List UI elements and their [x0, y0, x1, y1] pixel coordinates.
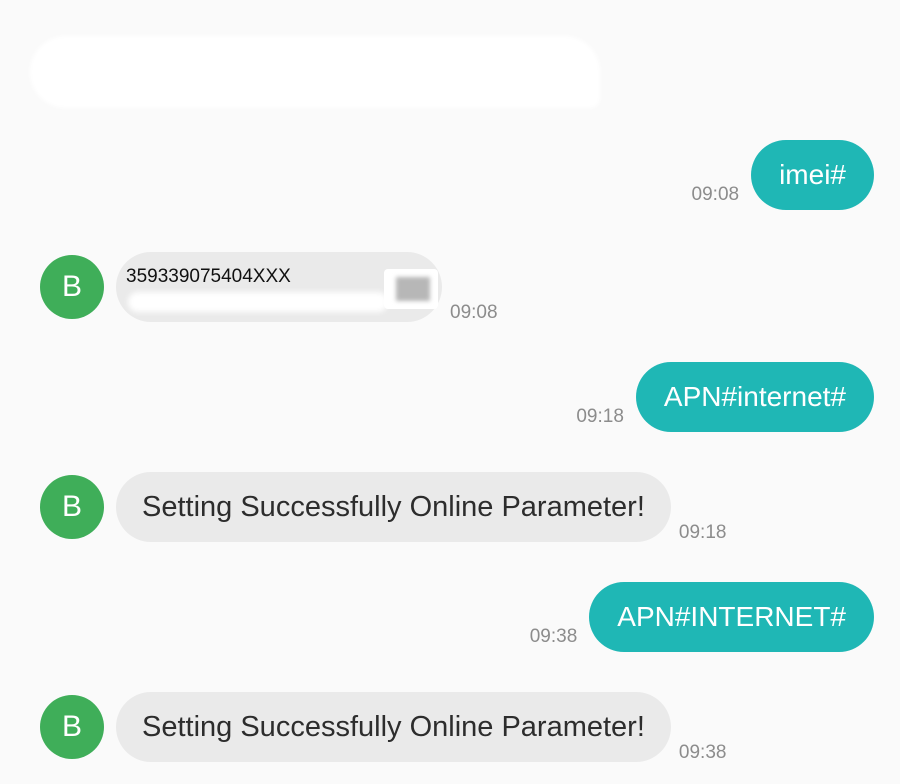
message-timestamp: 09:08: [450, 302, 498, 323]
message-timestamp: 09:18: [678, 522, 727, 543]
contact-avatar[interactable]: B: [40, 695, 104, 759]
redaction-mark: [384, 269, 438, 309]
message-row-incoming: B Setting Successfully Online Parameter!…: [0, 472, 900, 543]
incoming-message-bubble[interactable]: Setting Successfully Online Parameter!: [116, 472, 671, 542]
outgoing-message-bubble[interactable]: APN#INTERNET#: [589, 582, 874, 652]
redaction-mark: [128, 292, 388, 312]
message-row-outgoing: 09:38 APN#INTERNET#: [0, 582, 900, 652]
outgoing-message-bubble[interactable]: APN#internet#: [635, 362, 874, 432]
incoming-message-bubble[interactable]: 359339075404XXX: [116, 252, 442, 322]
message-timestamp: 09:18: [576, 406, 624, 427]
message-row-outgoing: 09:08 imei#: [0, 140, 900, 210]
message-row-incoming: B 359339075404XXX 09:08: [0, 252, 900, 323]
contact-avatar[interactable]: B: [40, 255, 104, 319]
message-text: 359339075404XXX: [126, 266, 291, 287]
message-row-outgoing: 09:18 APN#internet#: [0, 362, 900, 432]
message-timestamp: 09:08: [691, 184, 740, 205]
message-timestamp: 09:38: [678, 742, 727, 763]
message-row-incoming: B Setting Successfully Online Parameter!…: [0, 692, 900, 763]
outgoing-message-bubble[interactable]: imei#: [751, 140, 874, 210]
message-timestamp: 09:38: [529, 626, 578, 647]
redacted-header: [30, 36, 600, 108]
incoming-message-bubble[interactable]: Setting Successfully Online Parameter!: [116, 692, 671, 762]
contact-avatar[interactable]: B: [40, 475, 104, 539]
